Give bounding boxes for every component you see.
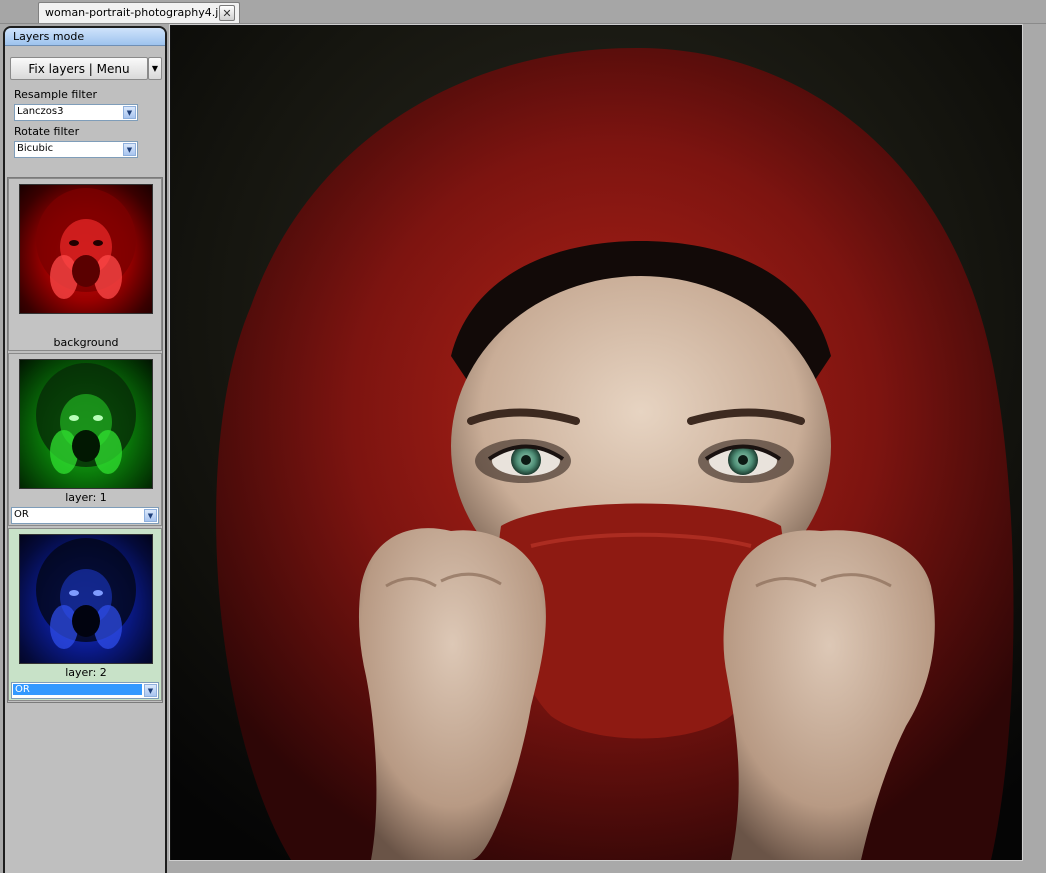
layer-thumbnail [19, 184, 153, 314]
resample-filter-value: Lanczos3 [17, 106, 64, 117]
document-tab-title: woman-portrait-photography4.jpg [45, 6, 233, 19]
chevron-down-icon[interactable]: ▼ [123, 106, 136, 119]
resample-filter-select[interactable]: Lanczos3 ▼ [14, 104, 138, 121]
document-tab[interactable]: woman-portrait-photography4.jpg ✕ [38, 2, 240, 23]
layers-panel: Layers mode Fix layers | Menu ▼ Resample… [3, 26, 167, 873]
resample-filter-label: Resample filter [14, 88, 97, 101]
portrait-photo-image [171, 26, 1021, 860]
chevron-down-icon[interactable]: ▼ [148, 57, 162, 80]
panel-header: Layers mode [5, 28, 165, 46]
chevron-down-icon[interactable]: ▼ [144, 684, 157, 697]
layer-name: layer: 1 [65, 491, 107, 504]
portrait-thumbnail-image [36, 538, 136, 649]
portrait-photo [171, 26, 1021, 860]
layer-item-background[interactable]: background [8, 178, 162, 351]
chevron-down-icon[interactable]: ▼ [123, 143, 136, 156]
chevron-down-icon[interactable]: ▼ [144, 509, 157, 522]
blend-mode-select[interactable]: OR ▼ [11, 507, 159, 524]
portrait-thumbnail-image [36, 188, 136, 299]
rotate-filter-select[interactable]: Bicubic ▼ [14, 141, 138, 158]
layer-name: background [53, 336, 119, 349]
rotate-filter-label: Rotate filter [14, 125, 80, 138]
layers-list: background layer: 1 OR ▼ layer: 2 OR ▼ [7, 177, 163, 703]
blend-mode-value: OR [14, 509, 29, 520]
fix-layers-menu-button[interactable]: Fix layers | Menu [10, 57, 148, 80]
layer-thumbnail [19, 359, 153, 489]
document-tab-strip: woman-portrait-photography4.jpg ✕ [0, 0, 1046, 24]
image-canvas[interactable] [169, 24, 1023, 861]
layer-item-2[interactable]: layer: 2 OR ▼ [8, 528, 162, 701]
rotate-filter-value: Bicubic [17, 143, 54, 154]
layer-thumbnail [19, 534, 153, 664]
portrait-thumbnail-image [36, 363, 136, 474]
layer-item-1[interactable]: layer: 1 OR ▼ [8, 353, 162, 526]
blend-mode-value: OR [13, 684, 142, 695]
layer-name: layer: 2 [65, 666, 107, 679]
close-icon[interactable]: ✕ [219, 5, 235, 21]
blend-mode-select[interactable]: OR ▼ [11, 682, 159, 699]
